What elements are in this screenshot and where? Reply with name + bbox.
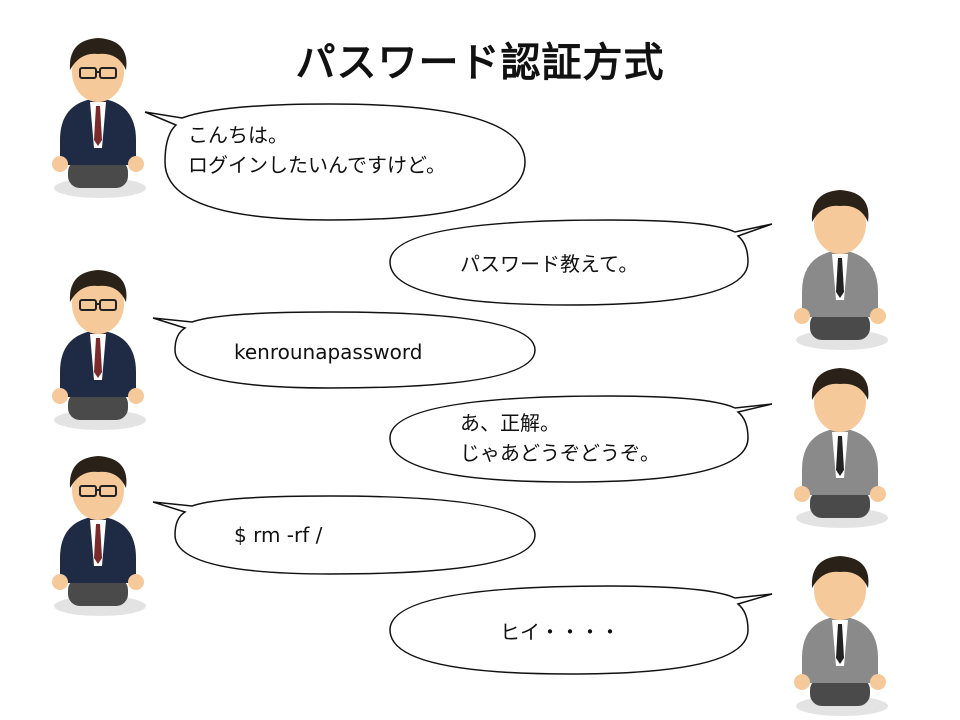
- speech-bubble-shape: [389, 585, 773, 675]
- bubble-text: ヒイ・・・・: [500, 620, 620, 644]
